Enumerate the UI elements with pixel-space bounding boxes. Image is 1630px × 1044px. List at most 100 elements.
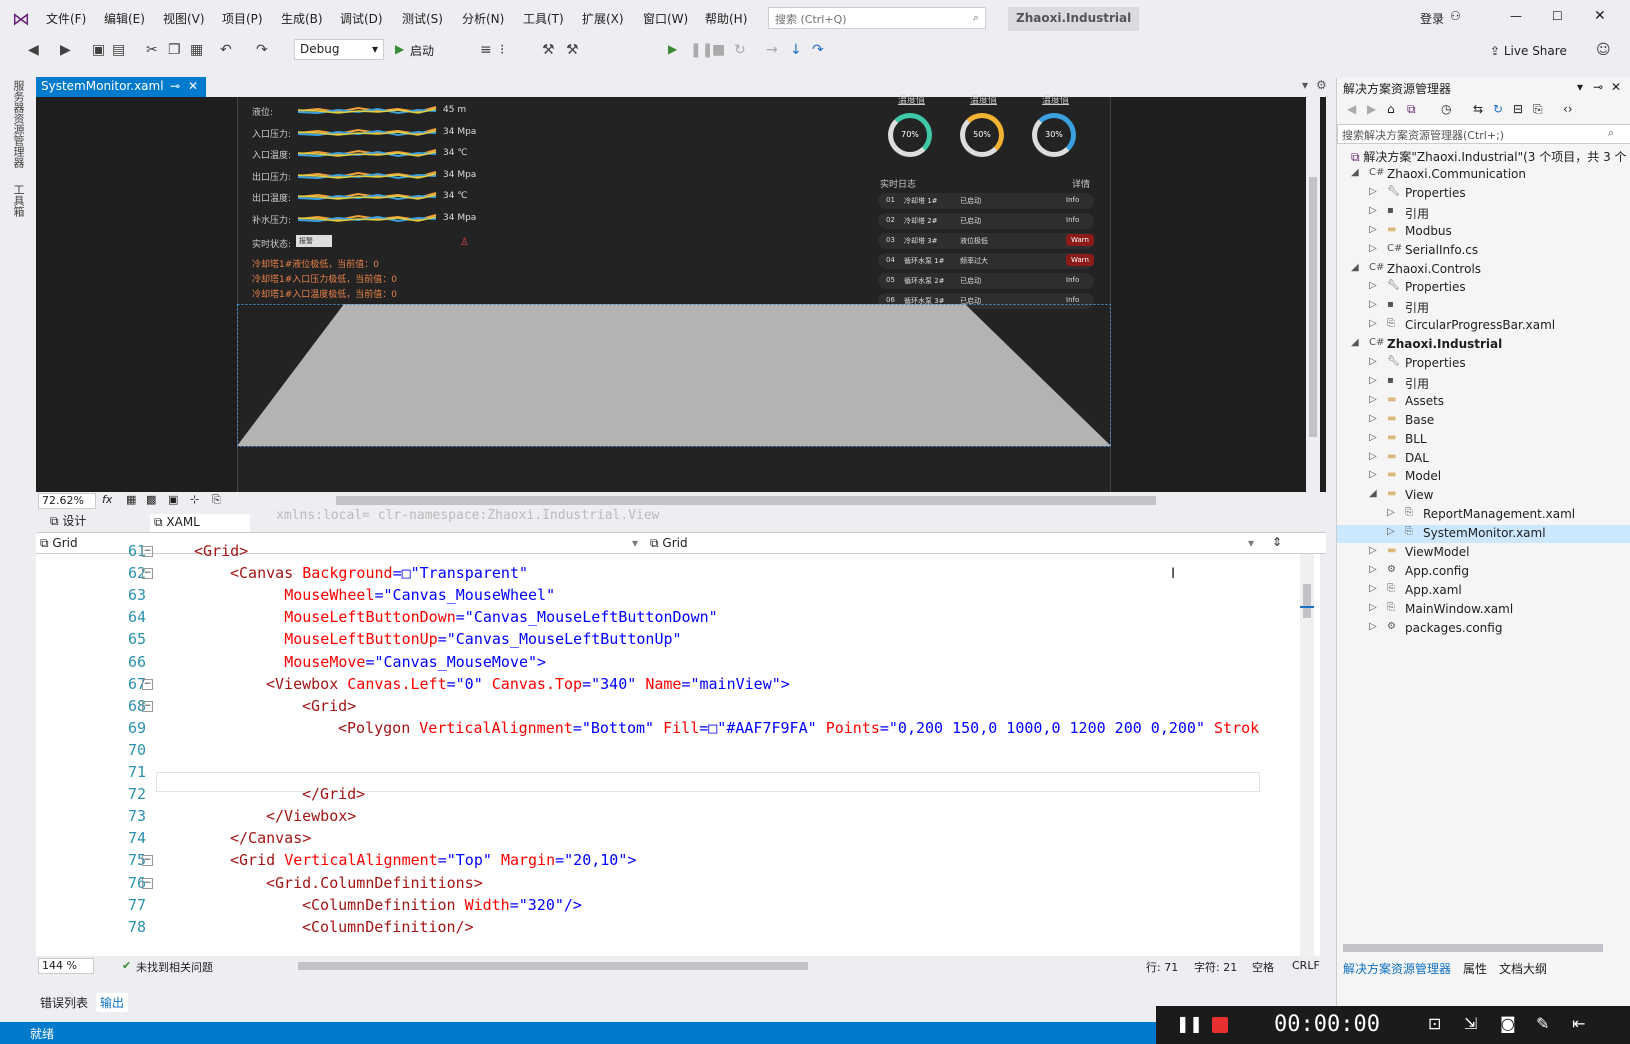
tree-item[interactable]: ◢ C# Zhaoxi.Communication <box>1337 166 1630 184</box>
tree-item[interactable]: ▷ ▪ 引用 <box>1337 298 1630 316</box>
format-icon[interactable]: ≡ <box>480 42 492 58</box>
log-row[interactable]: 03 冷却塔 3# 液位极低 Warn <box>878 233 1094 249</box>
artboard-icon[interactable]: ▣ <box>168 493 178 506</box>
expand-arrow-icon[interactable]: ▷ <box>1369 621 1377 632</box>
expand-arrow-icon[interactable]: ▷ <box>1369 243 1377 254</box>
tab-error-list[interactable]: 错误列表 <box>40 994 88 1011</box>
nav-left-dropdown-icon[interactable]: ▾ <box>632 536 638 550</box>
tree-item[interactable]: ▷ 🔧︎ Properties <box>1337 355 1630 373</box>
expand-arrow-icon[interactable]: ▷ <box>1369 356 1377 367</box>
menu-item[interactable]: 工具(T) <box>523 10 564 27</box>
refresh-icon[interactable]: ↻ <box>1493 102 1503 116</box>
expand-arrow-icon[interactable]: ▷ <box>1369 413 1377 424</box>
code-editor[interactable]: 61− <Grid> 62− <Canvas Background=□"Transpa… <box>36 542 1320 956</box>
tab-design[interactable]: ⧉ 设计 <box>50 512 86 529</box>
code-view-icon[interactable]: ‹› <box>1563 102 1573 116</box>
pending-changes-icon[interactable]: ◷ <box>1441 102 1451 116</box>
fold-icon[interactable]: − <box>142 678 153 690</box>
snap-grid-icon[interactable]: ▩ <box>146 493 156 506</box>
tree-item[interactable]: ▷ ▪ 引用 <box>1337 374 1630 392</box>
solution-root[interactable]: ⧉ 解决方案"Zhaoxi.Industrial"(3 个项目，共 3 个 <box>1351 148 1630 165</box>
pause-icon[interactable]: ❚❚ <box>690 42 713 58</box>
tree-item[interactable]: ▷ ⎘ App.xaml <box>1337 582 1630 600</box>
fx-icon[interactable]: fx <box>102 493 112 506</box>
panel-menu-icon[interactable]: ▾ <box>1577 80 1583 94</box>
menu-item[interactable]: 分析(N) <box>462 10 504 27</box>
login-link[interactable]: 登录 <box>1420 10 1444 27</box>
tree-item[interactable]: ▷ ▪ 引用 <box>1337 204 1630 222</box>
close-tab-icon[interactable]: ✕ <box>188 79 198 93</box>
designer-canvas[interactable]: 液位: 45 m 入口压力: 34 Mpa 入口温度: 34 ℃ 出口压力: 34 Mpa 出口… <box>237 96 1111 492</box>
polygon-shape[interactable] <box>237 304 1111 454</box>
nav-right-dropdown-icon[interactable]: ▾ <box>1248 536 1254 550</box>
expand-arrow-icon[interactable]: ▷ <box>1369 186 1377 197</box>
settings-icon[interactable]: ⚙ <box>1316 78 1327 92</box>
expand-arrow-icon[interactable]: ▷ <box>1369 583 1377 594</box>
menu-item[interactable]: 帮助(H) <box>705 10 747 27</box>
redo-icon[interactable]: ↷ <box>256 42 268 58</box>
fold-icon[interactable]: − <box>142 877 153 889</box>
fold-icon[interactable]: − <box>142 855 153 867</box>
tree-item[interactable]: ▷ ⎘ SystemMonitor.xaml <box>1337 525 1630 544</box>
menu-item[interactable]: 视图(V) <box>163 10 205 27</box>
start-icon[interactable]: ▶ <box>395 42 404 56</box>
tab-overflow-icon[interactable]: ▾ <box>1302 78 1308 92</box>
menu-item[interactable]: 扩展(X) <box>582 10 624 27</box>
camera-icon[interactable]: ◙ <box>1500 1014 1516 1033</box>
tree-item[interactable]: ▷ ⚙ App.config <box>1337 563 1630 581</box>
stop-icon[interactable]: ■ <box>712 42 725 58</box>
tree-item[interactable]: ▷ ▬ DAL <box>1337 450 1630 468</box>
copy-icon[interactable]: ❐ <box>168 42 181 58</box>
back-icon[interactable]: ◀ <box>28 42 39 58</box>
expand-arrow-icon[interactable]: ▷ <box>1369 469 1377 480</box>
tree-item[interactable]: ▷ ▬ ViewModel <box>1337 544 1630 562</box>
tree-item[interactable]: ▷ ▬ Assets <box>1337 393 1630 411</box>
log-row[interactable]: 01 冷却塔 1# 已启动 Info <box>878 193 1094 209</box>
build-icon[interactable]: ⚒ <box>542 42 555 58</box>
tree-item[interactable]: ◢ C# Zhaoxi.Controls <box>1337 261 1630 279</box>
feedback-icon[interactable]: ☺ <box>1596 42 1611 58</box>
tab-properties[interactable]: 属性 <box>1463 960 1487 977</box>
minimize-button[interactable]: — <box>1510 9 1522 23</box>
toolbox-tab[interactable]: 工具箱 <box>10 184 26 217</box>
server-explorer-tab[interactable]: 服务器资源管理器 <box>10 80 26 168</box>
tab-systemmonitor[interactable]: SystemMonitor.xaml ⊸ ✕ <box>36 77 206 97</box>
tree-item[interactable]: ◢ C# Zhaoxi.Industrial <box>1337 336 1630 354</box>
config-select[interactable]: Debug ▾ <box>294 39 384 60</box>
forward-icon[interactable]: ▶ <box>60 42 71 58</box>
menu-item[interactable]: 测试(S) <box>402 10 443 27</box>
rebuild-icon[interactable]: ⚒ <box>566 42 579 58</box>
expand-arrow-icon[interactable]: ▷ <box>1369 205 1377 216</box>
tree-item[interactable]: ◢ ▬ View <box>1337 487 1630 505</box>
save-icon[interactable]: ▣ <box>92 42 105 58</box>
expand-arrow-icon[interactable]: ▷ <box>1369 318 1377 329</box>
tree-item[interactable]: ▷ ▬ BLL <box>1337 431 1630 449</box>
tree-item[interactable]: ▷ ⎘ ReportManagement.xaml <box>1337 506 1630 524</box>
sync-icon[interactable]: ⇆ <box>1473 102 1483 116</box>
pin-icon[interactable]: ⊸ <box>170 79 180 93</box>
whitespace-mode[interactable]: 空格 <box>1252 959 1274 975</box>
pause-record-icon[interactable]: ❚❚ <box>1176 1014 1203 1033</box>
home-icon[interactable]: ⌂ <box>1387 102 1395 116</box>
close-button[interactable]: ✕ <box>1594 8 1606 24</box>
tab-xaml[interactable]: ⧉ XAML <box>150 514 250 532</box>
search-input[interactable]: 搜索 (Ctrl+Q) ⌕ <box>768 7 986 29</box>
expand-arrow-icon[interactable]: ◢ <box>1351 262 1359 273</box>
cut-icon[interactable]: ✂ <box>146 42 158 58</box>
tab-solution-explorer[interactable]: 解决方案资源管理器 <box>1343 960 1451 977</box>
snap-lines-icon[interactable]: ⊹ <box>190 493 199 506</box>
split-icon[interactable]: ⇕ <box>1272 535 1282 549</box>
grid-icon[interactable]: ▦ <box>126 493 136 506</box>
sol-forward-icon[interactable]: ▶ <box>1367 102 1376 116</box>
user-icon[interactable]: ⚇ <box>1450 9 1461 23</box>
shrink-icon[interactable]: ⇲ <box>1464 1014 1477 1033</box>
expand-arrow-icon[interactable]: ◢ <box>1369 488 1377 499</box>
stop-record-icon[interactable] <box>1212 1017 1228 1033</box>
expand-arrow-icon[interactable]: ▷ <box>1369 280 1377 291</box>
restart-icon[interactable]: ↻ <box>734 42 746 58</box>
save-all-icon[interactable]: ▤ <box>112 42 125 58</box>
collapse-icon[interactable]: ⊟ <box>1513 102 1523 116</box>
menu-item[interactable]: 编辑(E) <box>104 10 145 27</box>
paste-icon[interactable]: ▦ <box>190 42 203 58</box>
tab-document-outline[interactable]: 文档大纲 <box>1499 960 1547 977</box>
